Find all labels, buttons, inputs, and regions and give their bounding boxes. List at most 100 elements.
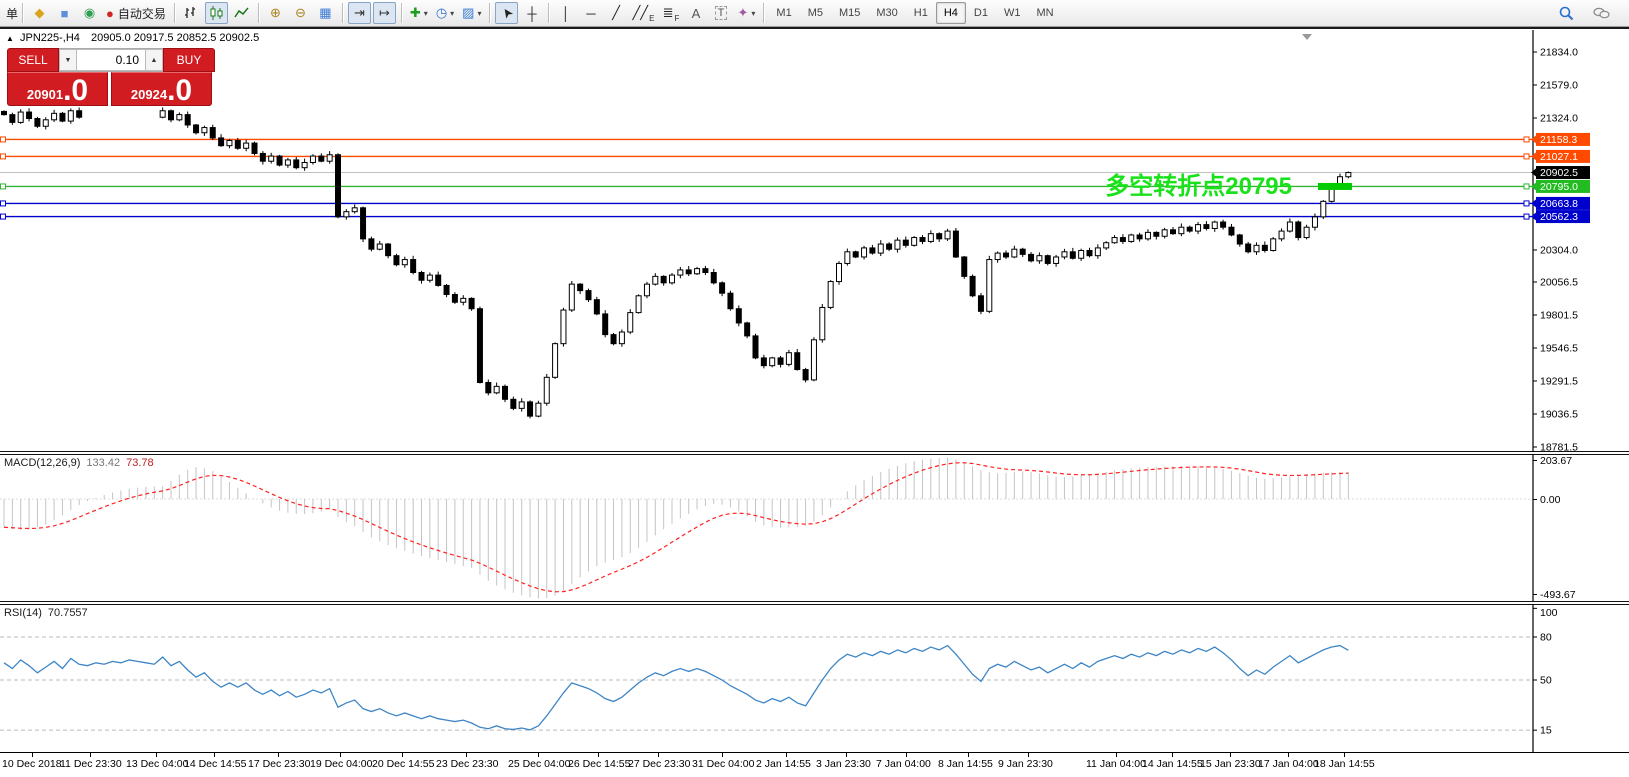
vertical-line-icon[interactable]: │ [554, 2, 577, 24]
toolbar-separator [174, 3, 175, 23]
date-label: 2 Jan 14:55 [756, 758, 811, 770]
date-tick [906, 753, 907, 757]
arrows-icon[interactable]: ✦▾ [734, 2, 758, 24]
timeframe-mn[interactable]: MN [1028, 2, 1061, 24]
macd-main-value: 133.42 [86, 457, 120, 469]
templates-icon[interactable]: ▨▾ [459, 2, 484, 24]
date-tick [466, 753, 467, 757]
line-anchor[interactable] [1, 201, 6, 206]
timeframe-d1[interactable]: D1 [966, 2, 996, 24]
line-anchor[interactable] [1, 154, 6, 159]
price-line-badge-label: 20663.8 [1540, 198, 1578, 210]
price-line-badge-label: 21027.1 [1540, 151, 1578, 163]
toolbar-separator [548, 3, 549, 23]
chat-icon[interactable] [1590, 2, 1613, 24]
line-anchor[interactable] [1524, 184, 1529, 189]
buy-price[interactable]: 20924 .0 [111, 72, 212, 106]
line-anchor[interactable] [1, 214, 6, 219]
date-tick [598, 753, 599, 757]
timeframe-w1[interactable]: W1 [996, 2, 1029, 24]
line-anchor[interactable] [1524, 154, 1529, 159]
rsi-level-label: 80 [1540, 632, 1552, 644]
sell-price[interactable]: 20901 .0 [7, 72, 108, 106]
price-tick-label: 21834.0 [1540, 47, 1578, 59]
candlestick-chart-icon[interactable] [205, 2, 228, 24]
date-tick [1288, 753, 1289, 757]
metaeditor-icon[interactable]: ■ [53, 2, 76, 24]
volume-increase-button[interactable]: ▲ [145, 49, 163, 71]
search-icon[interactable] [1555, 2, 1578, 24]
text-icon[interactable]: A [684, 2, 707, 24]
date-label: 14 Jan 14:55 [1142, 758, 1203, 770]
line-anchor[interactable] [1524, 214, 1529, 219]
timeframe-m30[interactable]: M30 [868, 2, 905, 24]
green-trend-segment[interactable] [1318, 183, 1352, 190]
symbol-marker-icon: ▲ [6, 34, 14, 43]
macd-signal-value: 73.78 [126, 457, 154, 469]
timeframe-m1[interactable]: M1 [768, 2, 799, 24]
timeframe-h4[interactable]: H4 [936, 2, 966, 24]
price-tick-label: 19546.5 [1540, 343, 1578, 355]
timeframe-m15[interactable]: M15 [831, 2, 868, 24]
date-label: 8 Jan 14:55 [938, 758, 993, 770]
cursor-icon[interactable]: ➤ [495, 2, 518, 24]
date-tick [1230, 753, 1231, 757]
date-label: 11 Jan 04:00 [1086, 758, 1146, 770]
new-order-icon[interactable]: ◆ [28, 2, 51, 24]
line-anchor[interactable] [1, 137, 6, 142]
crosshair-icon[interactable]: ┼ [520, 2, 543, 24]
date-tick [538, 753, 539, 757]
price-chart[interactable]: 多空转折点2079521834.021579.021324.020304.020… [0, 30, 1629, 451]
macd-axis-label: 0.00 [1540, 494, 1561, 506]
fibonacci-icon[interactable]: ≣F [659, 2, 682, 24]
line-chart-icon[interactable] [230, 2, 253, 24]
timeframe-h1[interactable]: H1 [906, 2, 936, 24]
rsi-label: RSI(14)70.7557 [4, 607, 88, 619]
line-anchor[interactable] [1524, 201, 1529, 206]
volume-decrease-button[interactable]: ▼ [59, 49, 77, 71]
volume-input[interactable]: 0.10 [77, 49, 145, 71]
macd-label: MACD(12,26,9)133.4273.78 [4, 457, 154, 469]
periods-icon[interactable]: ◷▾ [433, 2, 457, 24]
chart-shift-icon[interactable]: ↦ [373, 2, 396, 24]
auto-scroll-icon[interactable]: ⇥ [348, 2, 371, 24]
macd-indicator-pane[interactable]: 203.670.00-493.67 [0, 454, 1629, 601]
rsi-level-label: 15 [1540, 725, 1552, 737]
date-label: 9 Jan 23:30 [998, 758, 1053, 770]
buy-button[interactable]: BUY [163, 48, 215, 72]
line-anchor[interactable] [1, 184, 6, 189]
indicators-icon[interactable]: ✚▾ [407, 2, 431, 24]
date-label: 14 Dec 14:55 [184, 758, 246, 770]
annotation-text[interactable]: 多空转折点20795 [1105, 172, 1292, 200]
news-icon[interactable]: ◉ [78, 2, 101, 24]
date-tick [1028, 753, 1029, 757]
line-anchor[interactable] [1524, 137, 1529, 142]
rsi-line [4, 646, 1348, 730]
autotrading-button[interactable]: ●自动交易 [103, 2, 169, 24]
symbol-period: JPN225-,H4 [20, 32, 80, 44]
date-tick [1116, 753, 1117, 757]
date-label: 7 Jan 04:00 [876, 758, 931, 770]
trendline-icon[interactable]: ╱ [604, 2, 627, 24]
date-tick [1172, 753, 1173, 757]
horizontal-line-icon[interactable]: ─ [579, 2, 602, 24]
channel-icon[interactable]: ╱╱E [629, 2, 657, 24]
sell-button[interactable]: SELL [7, 48, 59, 72]
tile-windows-icon[interactable]: ▦ [314, 2, 337, 24]
date-label: 18 Jan 14:55 [1314, 758, 1375, 770]
buy-price-frac: .0 [167, 78, 192, 104]
date-label: 20 Dec 14:55 [372, 758, 434, 770]
zoom-in-icon[interactable]: ⊕ [264, 2, 287, 24]
bar-chart-icon[interactable] [180, 2, 203, 24]
macd-axis-label: 203.67 [1540, 455, 1572, 467]
date-tick [722, 753, 723, 757]
one-click-trading-panel: SELL ▼ 0.10 ▲ BUY 20901 .0 20924 .0 [7, 48, 215, 106]
timeframe-m5[interactable]: M5 [800, 2, 831, 24]
chart-shift-marker [1302, 34, 1312, 40]
zoom-out-icon[interactable]: ⊖ [289, 2, 312, 24]
rsi-indicator-pane[interactable]: 100805015 [0, 604, 1629, 752]
date-label: 19 Dec 04:00 [310, 758, 372, 770]
text-label-icon[interactable]: T [709, 2, 732, 24]
date-label: 3 Jan 23:30 [816, 758, 871, 770]
ohlc-values: 20905.0 20917.5 20852.5 20902.5 [91, 32, 259, 44]
